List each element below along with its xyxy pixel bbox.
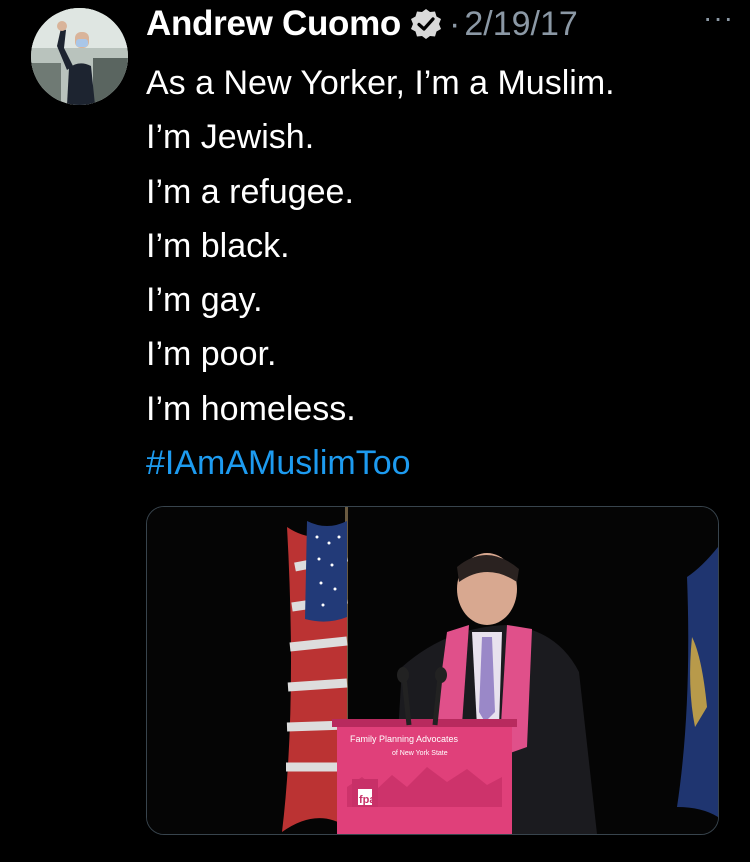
tweet-line: As a New Yorker, I’m a Muslim. <box>146 64 615 102</box>
tweet-line: I’m poor. <box>146 335 277 374</box>
tweet-body: As a New Yorker, I’m a Muslim. I’m Jewis… <box>146 56 736 490</box>
author-avatar[interactable] <box>31 8 128 105</box>
podium-line-1: Family Planning Advocates <box>350 734 459 744</box>
cut-off-text <box>146 850 446 862</box>
hashtag-link[interactable]: #IAmAMuslimToo <box>146 436 736 490</box>
tweet-line: I’m a refugee. <box>146 172 354 211</box>
verified-badge-icon <box>409 7 443 41</box>
tweet-line: I’m black. <box>146 226 290 265</box>
video-frame: Family Planning Advocates of New York St… <box>147 507 718 834</box>
podium-line-2: of New York State <box>392 750 448 757</box>
separator-dot: · <box>449 4 461 43</box>
tweet-line: I’m gay. <box>146 281 263 320</box>
podium-logo: fpa <box>359 794 376 806</box>
tweet-header: Andrew Cuomo · 2/19/17 <box>146 2 730 46</box>
tweet-line: I’m Jewish. <box>146 118 315 157</box>
more-options-icon[interactable]: ··· <box>703 2 734 34</box>
author-name[interactable]: Andrew Cuomo <box>146 4 401 44</box>
tweet-date[interactable]: 2/19/17 <box>464 5 577 44</box>
avatar-photo <box>31 8 128 105</box>
tweet-line: I’m homeless. <box>146 389 356 428</box>
tweet-media-video[interactable]: Family Planning Advocates of New York St… <box>146 506 719 835</box>
